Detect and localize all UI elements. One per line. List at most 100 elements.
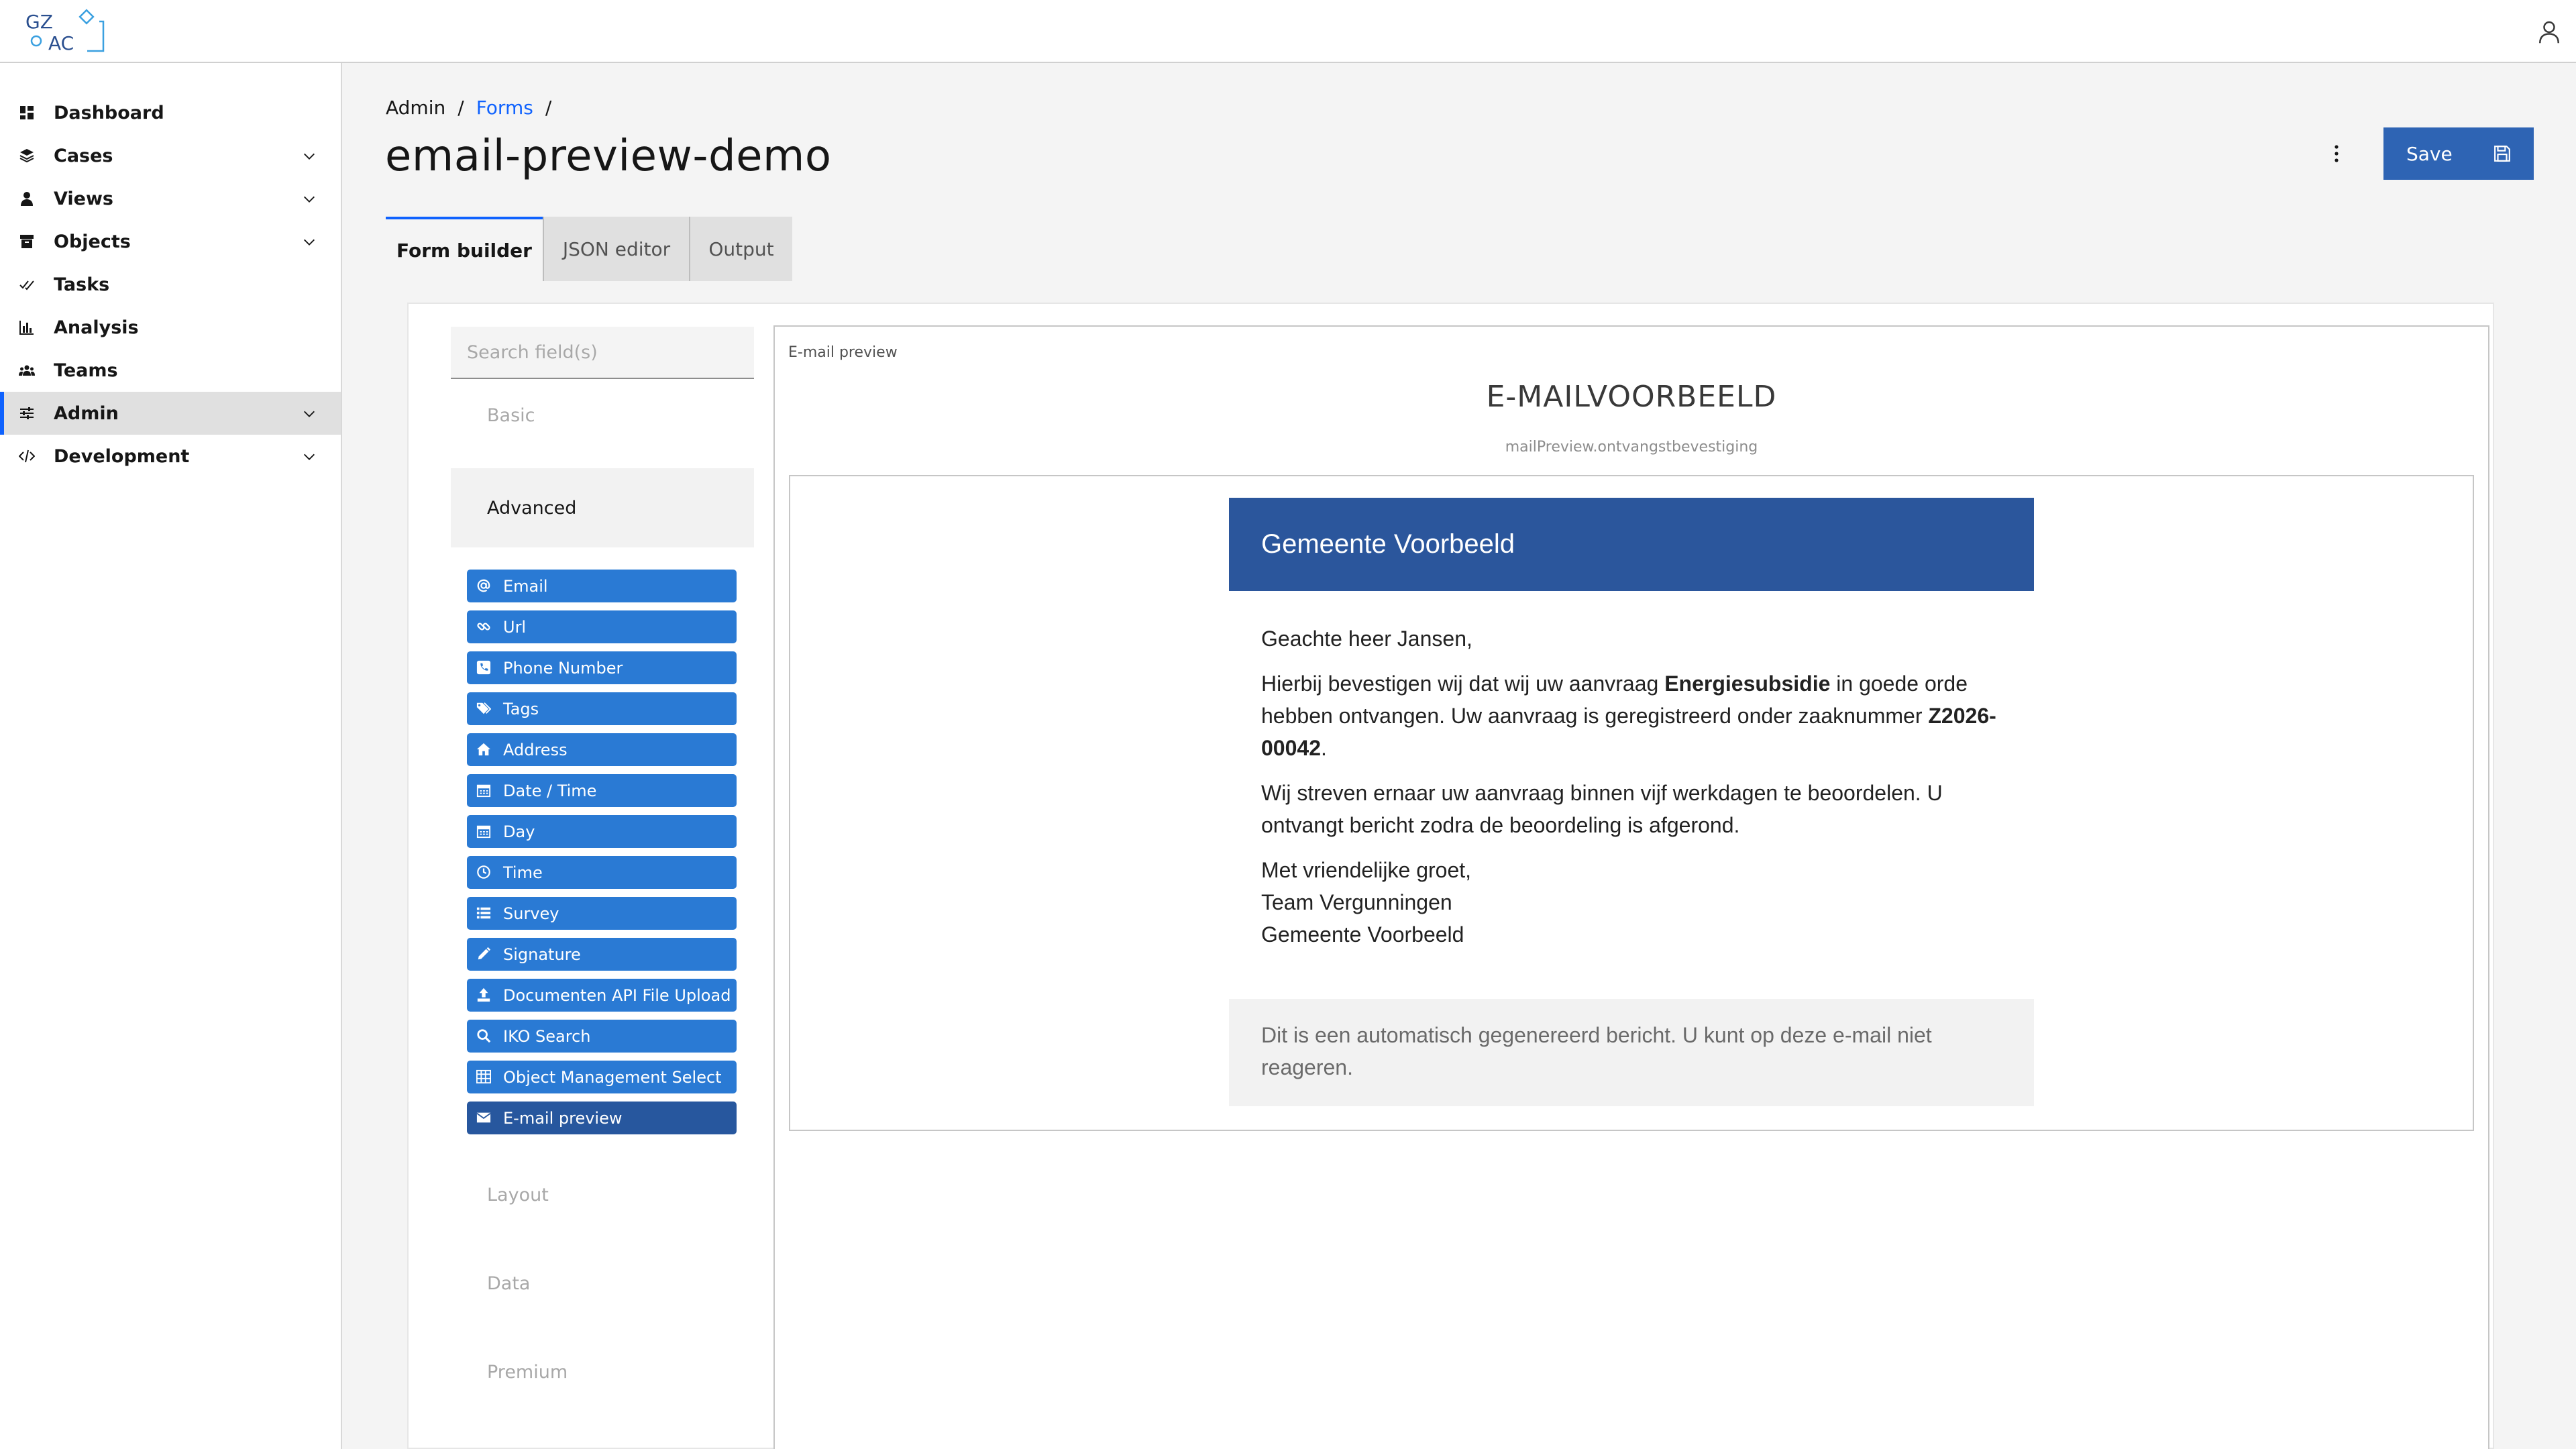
calendar-icon: [476, 825, 491, 839]
chevron-down-icon[interactable]: [302, 149, 317, 164]
sidebar-item-analysis[interactable]: Analysis: [0, 306, 341, 349]
dashboard-icon: [20, 106, 34, 119]
breadcrumb-admin: Admin: [386, 97, 446, 119]
search-icon: [477, 1029, 491, 1043]
breadcrumb: Admin / Forms /: [386, 97, 551, 119]
chevron-down-icon[interactable]: [302, 192, 317, 207]
chevron-down-icon[interactable]: [302, 407, 317, 421]
sidebar-item-label: Development: [54, 445, 190, 467]
logo-text-bottom: AC: [48, 32, 74, 54]
tab-bar: Form builder JSON editor Output: [386, 217, 792, 281]
logo-text-top: GZ: [25, 11, 53, 33]
sidebar-item-teams[interactable]: Teams: [0, 349, 341, 392]
component-label: Address: [503, 740, 568, 759]
user-icon[interactable]: [2536, 19, 2563, 46]
sidebar-item-cases[interactable]: Cases: [0, 134, 341, 177]
chevron-down-icon[interactable]: [302, 449, 317, 464]
component-documenten-api-file-upload[interactable]: Documenten API File Upload: [467, 979, 737, 1012]
component-iko-search[interactable]: IKO Search: [467, 1020, 737, 1053]
sidebar: Dashboard Cases Views Objects Tasks Anal…: [0, 63, 342, 1449]
component-label: Date / Time: [503, 781, 597, 800]
component-tags[interactable]: Tags: [467, 692, 737, 725]
person-icon: [21, 192, 33, 206]
group-basic[interactable]: Basic: [451, 405, 754, 426]
sidebar-item-admin[interactable]: Admin: [0, 392, 341, 435]
email-body: Geachte heer Jansen, Hierbij bevestigen …: [1261, 623, 2006, 951]
component-label: Time: [503, 863, 543, 882]
email-banner: Gemeente Voorbeeld: [1229, 498, 2034, 591]
component-e-mail-preview[interactable]: E-mail preview: [467, 1102, 737, 1134]
archive-icon: [20, 235, 34, 248]
settings-adjust-icon: [20, 407, 34, 419]
task-check-icon: [19, 280, 34, 290]
component-object-management-select[interactable]: Object Management Select: [467, 1061, 737, 1093]
page-title: email-preview-demo: [385, 131, 832, 181]
component-signature[interactable]: Signature: [467, 938, 737, 971]
group-data[interactable]: Data: [451, 1273, 754, 1294]
bar-chart-icon: [19, 321, 34, 335]
sidebar-item-label: Admin: [54, 402, 119, 424]
sidebar-item-dashboard[interactable]: Dashboard: [0, 91, 341, 134]
component-label: Url: [503, 617, 527, 637]
email-closing-line: Met vriendelijke groet,: [1261, 858, 1472, 882]
sidebar-item-label: Views: [54, 188, 114, 209]
sidebar-item-label: Tasks: [54, 274, 110, 295]
home-icon: [476, 743, 491, 756]
component-label: Survey: [503, 904, 559, 923]
email-footer: Dit is een automatisch gegenereerd beric…: [1229, 999, 2034, 1106]
preview-label: E-mail preview: [788, 344, 898, 361]
tab-json-editor[interactable]: JSON editor: [543, 217, 689, 281]
component-date-time[interactable]: Date / Time: [467, 774, 737, 807]
email-paragraph-1: Hierbij bevestigen wij dat wij uw aanvra…: [1261, 672, 1996, 760]
email-greeting: Geachte heer Jansen,: [1261, 627, 1472, 651]
tags-icon: [476, 702, 491, 714]
sidebar-item-tasks[interactable]: Tasks: [0, 263, 341, 306]
group-layout[interactable]: Layout: [451, 1185, 754, 1205]
code-icon: [19, 449, 35, 463]
top-header: GZ AC: [0, 0, 2576, 63]
component-address[interactable]: Address: [467, 733, 737, 766]
tab-output[interactable]: Output: [689, 217, 792, 281]
component-survey[interactable]: Survey: [467, 897, 737, 930]
tab-form-builder[interactable]: Form builder: [386, 217, 543, 281]
sidebar-item-development[interactable]: Development: [0, 435, 341, 478]
gzac-logo[interactable]: GZ AC: [20, 8, 107, 54]
group-premium[interactable]: Premium: [451, 1362, 754, 1383]
breadcrumb-forms-link[interactable]: Forms: [476, 97, 533, 119]
email-closing: Met vriendelijke groet, Team Vergunninge…: [1261, 854, 2006, 951]
component-label: Tags: [503, 699, 539, 718]
upload-icon: [477, 987, 490, 1002]
component-label: Signature: [503, 945, 581, 964]
save-icon: [2494, 146, 2510, 162]
search-fields-input[interactable]: [451, 327, 754, 379]
component-label: Documenten API File Upload: [503, 985, 731, 1005]
pencil-icon: [478, 947, 491, 960]
component-label: Day: [503, 822, 535, 841]
email-closing-line: Gemeente Voorbeeld: [1261, 922, 1464, 947]
sidebar-item-objects[interactable]: Objects: [0, 220, 341, 263]
breadcrumb-separator: /: [545, 97, 552, 119]
component-url[interactable]: Url: [467, 610, 737, 643]
table-icon: [476, 1069, 491, 1084]
group-icon: [19, 365, 35, 376]
component-time[interactable]: Time: [467, 856, 737, 889]
component-label: Phone Number: [503, 658, 623, 678]
email-paragraph-2: Wij streven ernaar uw aanvraag binnen vi…: [1261, 781, 1943, 837]
envelope-icon: [476, 1112, 491, 1123]
overflow-menu-icon[interactable]: [2323, 137, 2350, 170]
email-closing-line: Team Vergunningen: [1261, 890, 1452, 914]
phone-icon: [476, 660, 491, 675]
component-email[interactable]: Email: [467, 570, 737, 602]
group-advanced[interactable]: Advanced: [451, 468, 754, 547]
component-phone-number[interactable]: Phone Number: [467, 651, 737, 684]
component-label: E-mail preview: [503, 1108, 623, 1128]
chevron-down-icon[interactable]: [302, 235, 317, 250]
component-label: IKO Search: [503, 1026, 591, 1046]
at-icon: [477, 579, 490, 592]
component-day[interactable]: Day: [467, 815, 737, 848]
save-button-label: Save: [2406, 142, 2453, 165]
sidebar-item-views[interactable]: Views: [0, 177, 341, 220]
calendar-icon: [476, 784, 491, 798]
preview-heading: E-MAILVOORBEELD: [1486, 380, 1777, 414]
save-button[interactable]: Save: [2383, 127, 2534, 180]
